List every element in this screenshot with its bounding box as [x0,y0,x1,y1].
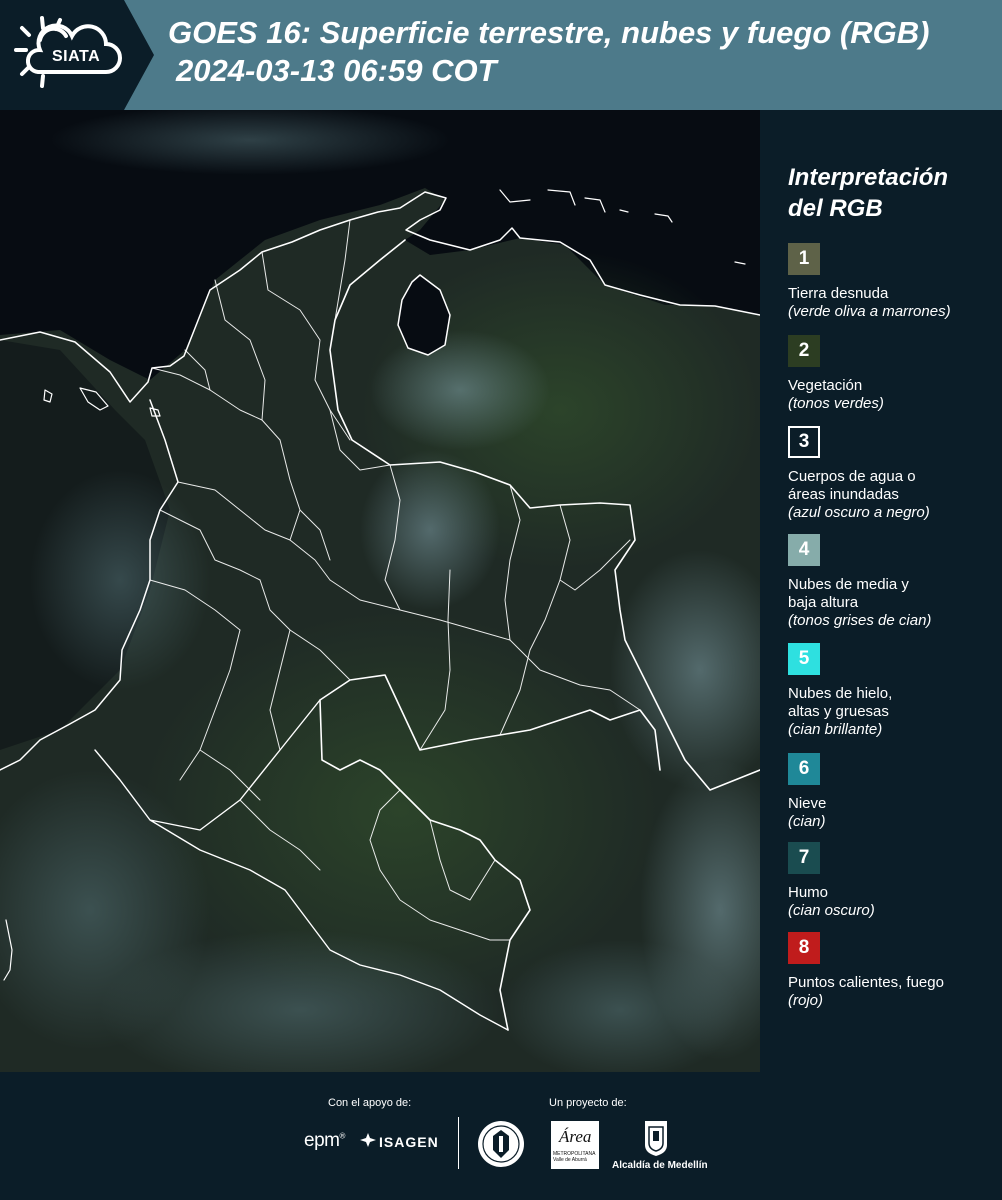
legend-swatch: 1 [788,243,820,275]
legend-item: 1 Tierra desnuda (verde oliva a marrones) [788,243,1000,321]
legend-label: Cuerpos de agua o áreas inundadas (azul os… [788,468,1000,522]
siata-logo[interactable]: SIATA [14,14,126,96]
legend-item: 8 Puntos calientes, fuego (rojo) [788,932,1000,1010]
legend-sublabel: (cian oscuro) [788,902,875,919]
legend-label-line: Nieve [788,795,827,812]
legend-item: 6 Nieve (cian) [788,753,1000,831]
legend-sublabel: (azul oscuro a negro) [788,504,930,521]
registered-mark: ® [339,1131,345,1141]
epm-logo-text: epm [304,1130,340,1151]
legend-label-line: Vegetación [788,377,863,394]
legend-swatch: 7 [788,842,820,874]
legend-label-line: Nubes de media y [788,576,909,593]
legend-sublabel: (tonos grises de cian) [788,612,932,629]
title-product: GOES 16: Superficie terrestre, nubes y f… [168,15,930,50]
area-logo-title: Área [559,1127,592,1146]
legend-label-line: altas y gruesas [788,703,889,720]
legend-label-line: Humo [788,884,829,901]
legend-sublabel: (cian brillante) [788,721,883,738]
support-label: Con el apoyo de: [328,1097,412,1109]
legend-title-line2: del RGB [788,195,883,222]
legend-sublabel: (tonos verdes) [788,395,884,412]
legend-label-line: Cuerpos de agua o [788,468,916,485]
legend-label: Nieve (cian) [788,795,1000,831]
legend-sublabel: (rojo) [788,992,824,1009]
legend-title: Interpretación del RGB [788,162,998,224]
area-logo-sub: METROPOLITANA Valle de Aburrá [553,1151,595,1163]
legend-label: Nubes de media y baja altura (tonos grises… [788,576,1000,630]
medellin-shield-icon[interactable] [643,1119,669,1157]
legend-item: 5 Nubes de hielo, altas y gruesas (cian bri… [788,643,1000,739]
isagen-star-icon [360,1133,376,1147]
satellite-map[interactable] [0,110,760,1072]
legend-label: Puntos calientes, fuego (rojo) [788,974,1000,1010]
map-canvas [0,110,760,1072]
legend-swatch: 4 [788,534,820,566]
legend-swatch: 5 [788,643,820,675]
footer-divider [458,1117,459,1169]
legend-sublabel: (cian) [788,813,826,830]
legend-item: 4 Nubes de media y baja altura (tonos grise… [788,534,1000,630]
legend-label-line: baja altura [788,594,859,611]
legend-title-line1: Interpretación [788,164,949,191]
area-metropolitana-logo[interactable]: Área METROPOLITANA Valle de Aburrá [551,1121,599,1169]
page-title: GOES 16: Superficie terrestre, nubes y f… [168,14,929,90]
epm-logo[interactable]: epm® [304,1130,345,1152]
isagen-logo-text: ISAGEN [379,1134,439,1150]
legend-label-line: Tierra desnuda [788,285,889,302]
legend-item: 7 Humo (cian oscuro) [788,842,1000,920]
legend-swatch: 6 [788,753,820,785]
legend-sublabel: (verde oliva a marrones) [788,303,951,320]
logo-text: SIATA [52,48,101,65]
legend-swatch: 8 [788,932,820,964]
area-logo-sub2: Valle de Aburrá [553,1157,587,1163]
project-label: Un proyecto de: [549,1097,627,1109]
legend-item: 3 Cuerpos de agua o áreas inundadas (azul o… [788,426,1000,522]
alcaldia-medellin-label: Alcaldía de Medellín [612,1160,708,1171]
legend-label-line: Puntos calientes, fuego [788,974,944,991]
legend-swatch: 2 [788,335,820,367]
isagen-logo[interactable]: ISAGEN [360,1133,439,1150]
university-seal-icon[interactable] [477,1120,525,1168]
title-datetime: 2024-03-13 06:59 COT [176,53,497,88]
legend-label-line: Nubes de hielo, [788,685,893,702]
cloud-area [30,470,210,690]
legend-label: Vegetación (tonos verdes) [788,377,1000,413]
legend-label: Nubes de hielo, altas y gruesas (cian bril… [788,685,1000,739]
legend-item: 2 Vegetación (tonos verdes) [788,335,1000,413]
legend-swatch: 3 [788,426,820,458]
cloud-area [370,330,550,450]
legend-label-line: áreas inundadas [788,486,899,503]
legend-label: Humo (cian oscuro) [788,884,1000,920]
legend-label: Tierra desnuda (verde oliva a marrones) [788,285,1000,321]
